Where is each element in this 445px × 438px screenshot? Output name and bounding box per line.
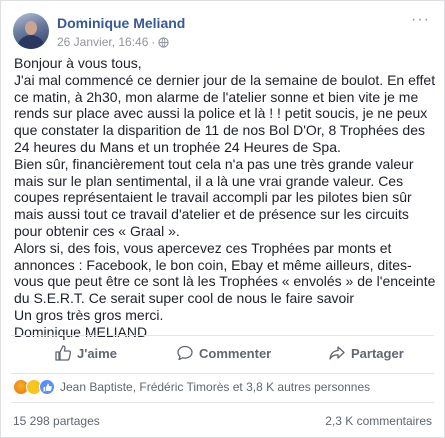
post-card: Dominique Meliand 26 Janvier, 16:46 · ···… <box>0 0 445 438</box>
thumbs-up-icon <box>55 345 71 361</box>
comment-label: Commenter <box>199 345 272 361</box>
like-button[interactable]: J'aime <box>55 345 117 361</box>
comments-count[interactable]: 2,3 K commentaires <box>325 414 432 428</box>
comment-button[interactable]: Commenter <box>177 345 271 361</box>
post-paragraph: Bonjour à vous tous, <box>14 55 142 71</box>
like-label: J'aime <box>77 345 117 361</box>
share-button[interactable]: Partager <box>329 345 404 361</box>
author-name[interactable]: Dominique Meliand <box>57 15 185 31</box>
action-bar: J'aime Commenter Partager <box>1 339 445 369</box>
meta-separator: · <box>151 35 156 49</box>
reactions-text: Jean Baptiste, Frédéric Timorès et 3,8 K… <box>60 380 371 394</box>
post-paragraph: J'ai mal commencé ce dernier jour de la … <box>14 71 439 155</box>
shares-count[interactable]: 15 298 partages <box>13 414 100 428</box>
reactions-summary[interactable]: Jean Baptiste, Frédéric Timorès et 3,8 K… <box>13 378 370 396</box>
avatar-body-shape <box>17 35 45 49</box>
like-icon <box>39 379 55 395</box>
comment-icon <box>177 345 193 361</box>
share-icon <box>329 345 345 361</box>
divider <box>11 402 434 403</box>
post-paragraph: Un gros très gros merci. <box>14 306 164 323</box>
post-paragraph: Bien sûr, financièrement tout cela n'a p… <box>14 155 418 239</box>
post-timestamp[interactable]: 26 Janvier, 16:46 <box>57 35 148 49</box>
post-meta: 26 Janvier, 16:46 · <box>57 35 170 51</box>
avatar[interactable] <box>13 13 49 49</box>
divider <box>11 373 434 374</box>
post-text: Bonjour à vous tous, J'ai mal commencé c… <box>14 55 436 341</box>
avatar-head-shape <box>25 21 37 35</box>
post-paragraph: Alors si, des fois, vous apercevez ces T… <box>14 239 440 307</box>
share-label: Partager <box>351 345 404 361</box>
more-options-icon[interactable]: ··· <box>411 11 430 29</box>
globe-icon <box>158 37 170 51</box>
divider <box>11 335 434 336</box>
